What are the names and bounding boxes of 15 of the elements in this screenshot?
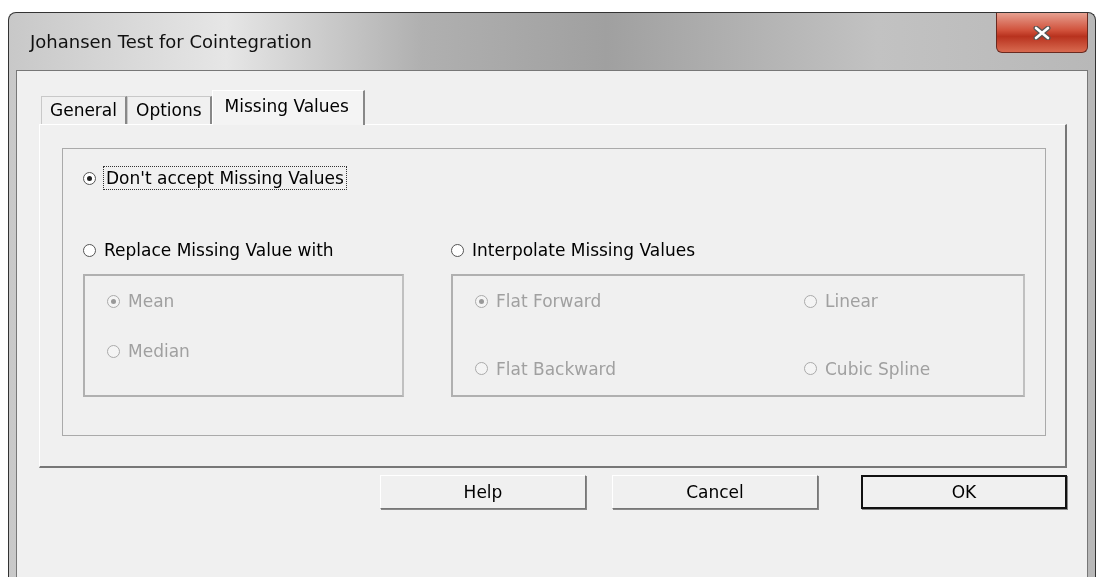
close-button[interactable] [996, 13, 1088, 53]
radio-label[interactable]: Replace Missing Value with [104, 240, 334, 260]
tab[interactable]: Missing Values [211, 90, 365, 125]
radio-label[interactable]: Interpolate Missing Values [472, 240, 696, 260]
window-title: Johansen Test for Cointegration [30, 31, 312, 52]
close-icon [1033, 25, 1051, 40]
dialog-button[interactable]: Cancel [612, 475, 818, 509]
dialog-button[interactable]: OK [861, 475, 1067, 509]
radio-button[interactable] [83, 243, 96, 257]
dialog-button[interactable]: Help [380, 475, 586, 509]
radio-label[interactable]: Don't accept Missing Values [104, 167, 346, 189]
radio-button[interactable] [83, 171, 96, 185]
radio-button[interactable] [451, 243, 464, 257]
tab[interactable]: Options [127, 96, 212, 124]
tab[interactable]: General [41, 96, 127, 124]
